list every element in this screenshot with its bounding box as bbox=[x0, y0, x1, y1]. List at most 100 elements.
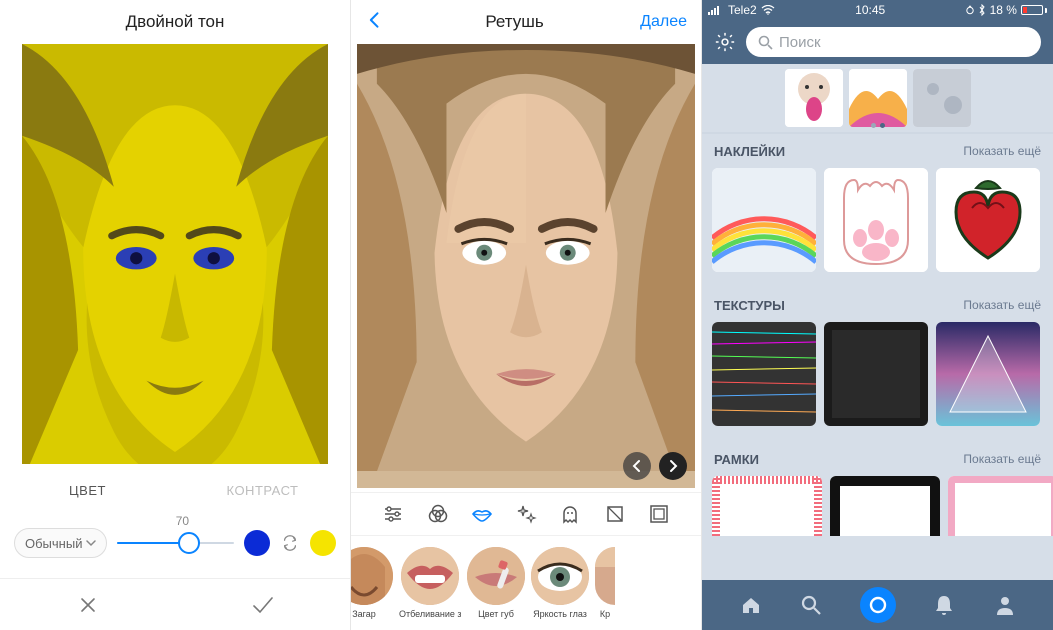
duotone-preview[interactable] bbox=[22, 44, 328, 464]
carousel-dots bbox=[871, 123, 885, 128]
blend-mode-select[interactable]: Обычный bbox=[14, 528, 107, 558]
chevron-left-icon bbox=[365, 10, 385, 30]
bluetooth-icon bbox=[978, 4, 986, 16]
preset-item[interactable]: Загар bbox=[351, 547, 393, 619]
prev-face-button[interactable] bbox=[623, 452, 651, 480]
preset-label: Кр bbox=[600, 609, 610, 619]
battery-icon bbox=[1021, 5, 1047, 15]
status-bar: Tele2 10:45 18 % bbox=[702, 0, 1053, 20]
carousel-thumb[interactable] bbox=[849, 69, 907, 127]
bottom-tabbar bbox=[702, 580, 1053, 630]
screen-title: Ретушь bbox=[485, 12, 543, 32]
retouch-toolbar bbox=[351, 492, 701, 536]
retouch-header: Ретушь Далее bbox=[351, 0, 701, 44]
screen-title: Двойной тон bbox=[0, 0, 350, 44]
back-button[interactable] bbox=[365, 10, 389, 34]
next-face-button[interactable] bbox=[659, 452, 687, 480]
frame-tile[interactable] bbox=[830, 476, 940, 536]
home-icon bbox=[740, 594, 762, 616]
sticker-tile[interactable] bbox=[824, 168, 928, 272]
lips-icon[interactable] bbox=[470, 502, 494, 526]
next-button[interactable]: Далее bbox=[640, 13, 687, 31]
swap-colors-icon[interactable] bbox=[280, 533, 300, 553]
signal-icon bbox=[708, 5, 724, 15]
filter-square-icon[interactable] bbox=[603, 502, 627, 526]
texture-tile[interactable] bbox=[824, 322, 928, 426]
rotation-lock-icon bbox=[966, 5, 974, 16]
arrow-right-icon bbox=[666, 459, 680, 473]
frame-tile[interactable] bbox=[712, 476, 822, 536]
preset-label: Отбеливание зубов bbox=[399, 609, 461, 619]
carousel-thumb[interactable] bbox=[913, 69, 971, 127]
circle-icon bbox=[868, 595, 888, 615]
wifi-icon bbox=[761, 5, 775, 15]
gear-icon bbox=[714, 31, 736, 53]
assets-screen: Tele2 10:45 18 % Поиск НАКЛЕЙКИ Показ bbox=[702, 0, 1053, 630]
adjust-tabs: ЦВЕТ КОНТРАСТ bbox=[0, 472, 350, 508]
search-icon bbox=[800, 594, 822, 616]
show-more-button[interactable]: Показать ещё bbox=[963, 452, 1041, 466]
section-title: РАМКИ bbox=[714, 452, 759, 467]
vignette-icon[interactable] bbox=[647, 502, 671, 526]
show-more-button[interactable]: Показать ещё bbox=[963, 144, 1041, 158]
retouch-presets[interactable]: Загар Отбеливание зубов Цвет губ Яркость… bbox=[351, 536, 701, 630]
battery-label: 18 % bbox=[990, 3, 1017, 17]
search-placeholder: Поиск bbox=[779, 34, 821, 51]
search-bar: Поиск bbox=[702, 20, 1053, 64]
intensity-slider[interactable]: 70 bbox=[117, 528, 234, 558]
frame-tile[interactable] bbox=[948, 476, 1053, 536]
slider-value: 70 bbox=[176, 514, 189, 528]
duotone-controls: Обычный 70 bbox=[0, 508, 350, 578]
carrier-label: Tele2 bbox=[728, 3, 757, 17]
preset-item[interactable]: Яркость глаз bbox=[531, 547, 589, 619]
stickers-row[interactable] bbox=[702, 168, 1053, 288]
preset-item[interactable]: Цвет губ bbox=[467, 547, 525, 619]
rings-icon[interactable] bbox=[426, 502, 450, 526]
section-header-textures: ТЕКСТУРЫ Показать ещё bbox=[702, 288, 1053, 322]
ghost-icon[interactable] bbox=[558, 502, 582, 526]
section-title: НАКЛЕЙКИ bbox=[714, 144, 785, 159]
tab-search[interactable] bbox=[799, 593, 823, 617]
featured-carousel[interactable] bbox=[702, 64, 1053, 134]
color-a-swatch[interactable] bbox=[244, 530, 270, 556]
texture-tile[interactable] bbox=[712, 322, 816, 426]
textures-row[interactable] bbox=[702, 322, 1053, 442]
tab-home[interactable] bbox=[739, 593, 763, 617]
slider-thumb[interactable] bbox=[178, 532, 200, 554]
sparkle-icon[interactable] bbox=[514, 502, 538, 526]
show-more-button[interactable]: Показать ещё bbox=[963, 298, 1041, 312]
carousel-thumb[interactable] bbox=[785, 69, 843, 127]
search-icon bbox=[758, 35, 773, 50]
retouch-screen: Ретушь Далее bbox=[351, 0, 702, 630]
color-b-swatch[interactable] bbox=[310, 530, 336, 556]
apply-button[interactable] bbox=[175, 579, 350, 630]
preset-label: Загар bbox=[352, 609, 376, 619]
check-icon bbox=[250, 594, 276, 616]
search-input[interactable]: Поиск bbox=[746, 27, 1041, 57]
arrow-left-icon bbox=[630, 459, 644, 473]
bottom-actions bbox=[0, 578, 350, 630]
texture-tile[interactable] bbox=[936, 322, 1040, 426]
tab-notifications[interactable] bbox=[932, 593, 956, 617]
frames-row[interactable] bbox=[702, 476, 1053, 536]
settings-button[interactable] bbox=[714, 31, 736, 53]
sticker-tile[interactable] bbox=[712, 168, 816, 272]
bell-icon bbox=[934, 594, 954, 616]
retouch-preview[interactable] bbox=[357, 44, 695, 488]
duotone-screen: Двойной тон ЦВЕТ КОНТРАСТ Обычный bbox=[0, 0, 351, 630]
sticker-tile[interactable] bbox=[936, 168, 1040, 272]
section-header-frames: РАМКИ Показать ещё bbox=[702, 442, 1053, 476]
chevron-down-icon bbox=[86, 538, 96, 548]
tab-create[interactable] bbox=[860, 587, 896, 623]
tab-contrast[interactable]: КОНТРАСТ bbox=[175, 483, 350, 498]
person-icon bbox=[995, 594, 1015, 616]
settings-icon[interactable] bbox=[381, 502, 405, 526]
preset-item[interactable]: Отбеливание зубов bbox=[399, 547, 461, 619]
section-title: ТЕКСТУРЫ bbox=[714, 298, 785, 313]
section-header-stickers: НАКЛЕЙКИ Показать ещё bbox=[702, 134, 1053, 168]
tab-profile[interactable] bbox=[993, 593, 1017, 617]
assets-content[interactable]: НАКЛЕЙКИ Показать ещё ТЕКСТУРЫ Показать … bbox=[702, 64, 1053, 580]
preset-item[interactable]: Кр bbox=[595, 547, 615, 619]
tab-color[interactable]: ЦВЕТ bbox=[0, 483, 175, 498]
cancel-button[interactable] bbox=[0, 579, 175, 630]
